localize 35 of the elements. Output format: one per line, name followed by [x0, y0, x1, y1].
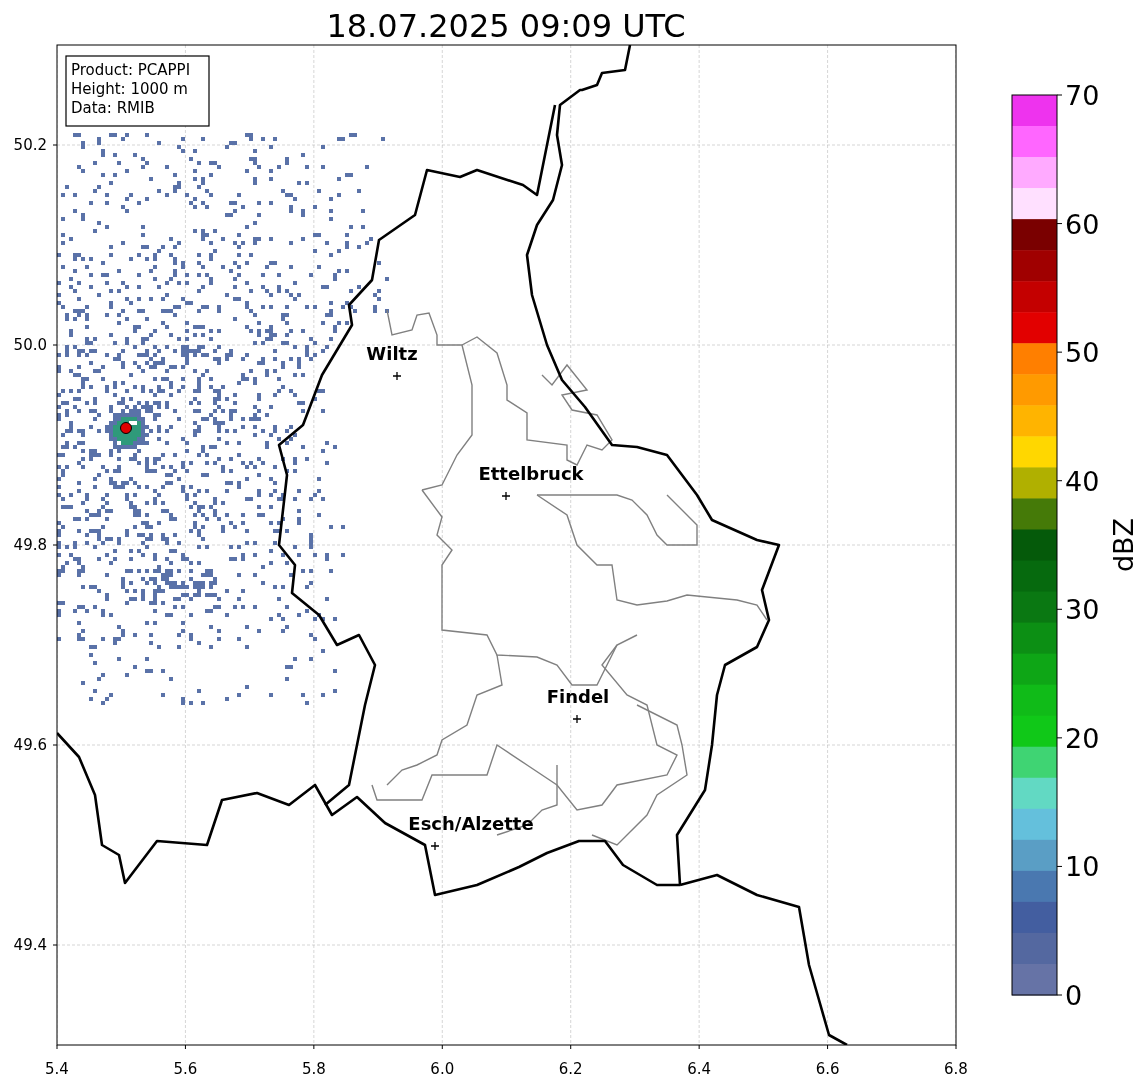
- x-tick-label: 5.6: [173, 1060, 198, 1078]
- x-tick-label: 6.4: [687, 1060, 712, 1078]
- colorbar-tick-label: 20: [1065, 722, 1100, 754]
- y-tick-label: 49.8: [13, 536, 47, 554]
- chart-title: 18.07.2025 09:09 UTC: [326, 7, 686, 45]
- city-label: Findel: [546, 686, 610, 707]
- x-tick-label: 6.0: [430, 1060, 455, 1078]
- city-label: Ettelbruck: [478, 463, 584, 484]
- x-tick-label: 6.8: [944, 1060, 968, 1078]
- x-tick-label: 6.6: [815, 1060, 840, 1078]
- colorbar-tick-label: 40: [1065, 465, 1100, 497]
- colorbar-tick-label: 10: [1065, 851, 1100, 883]
- city-marker: [572, 714, 582, 724]
- city-marker: [392, 371, 402, 381]
- city-marker: [501, 491, 511, 501]
- info-text: Data: RMIB: [71, 99, 155, 117]
- y-tick-label: 49.4: [13, 936, 47, 954]
- colorbar-tick-label: 70: [1065, 80, 1100, 111]
- radar-site-marker: [120, 422, 132, 434]
- y-tick-label: 50.2: [13, 136, 47, 154]
- colorbar-tick-label: 30: [1065, 594, 1100, 626]
- city-marker: [430, 841, 440, 851]
- info-text: Product: PCAPPI: [71, 61, 191, 79]
- y-tick-label: 50.0: [13, 336, 47, 354]
- x-tick-label: 6.2: [558, 1060, 583, 1078]
- info-text: Height: 1000 m: [71, 80, 188, 98]
- city-label: Wiltz: [366, 343, 418, 364]
- x-tick-label: 5.4: [45, 1060, 69, 1078]
- colorbar-label: dBZ: [1108, 517, 1139, 573]
- colorbar-tick-label: 50: [1065, 337, 1100, 369]
- x-tick-label: 5.8: [301, 1060, 326, 1078]
- city-label: Esch/Alzette: [408, 813, 534, 834]
- colorbar-tick-label: 60: [1065, 208, 1100, 240]
- colorbar-tick-label: 0: [1065, 980, 1083, 1011]
- y-tick-label: 49.6: [13, 736, 47, 754]
